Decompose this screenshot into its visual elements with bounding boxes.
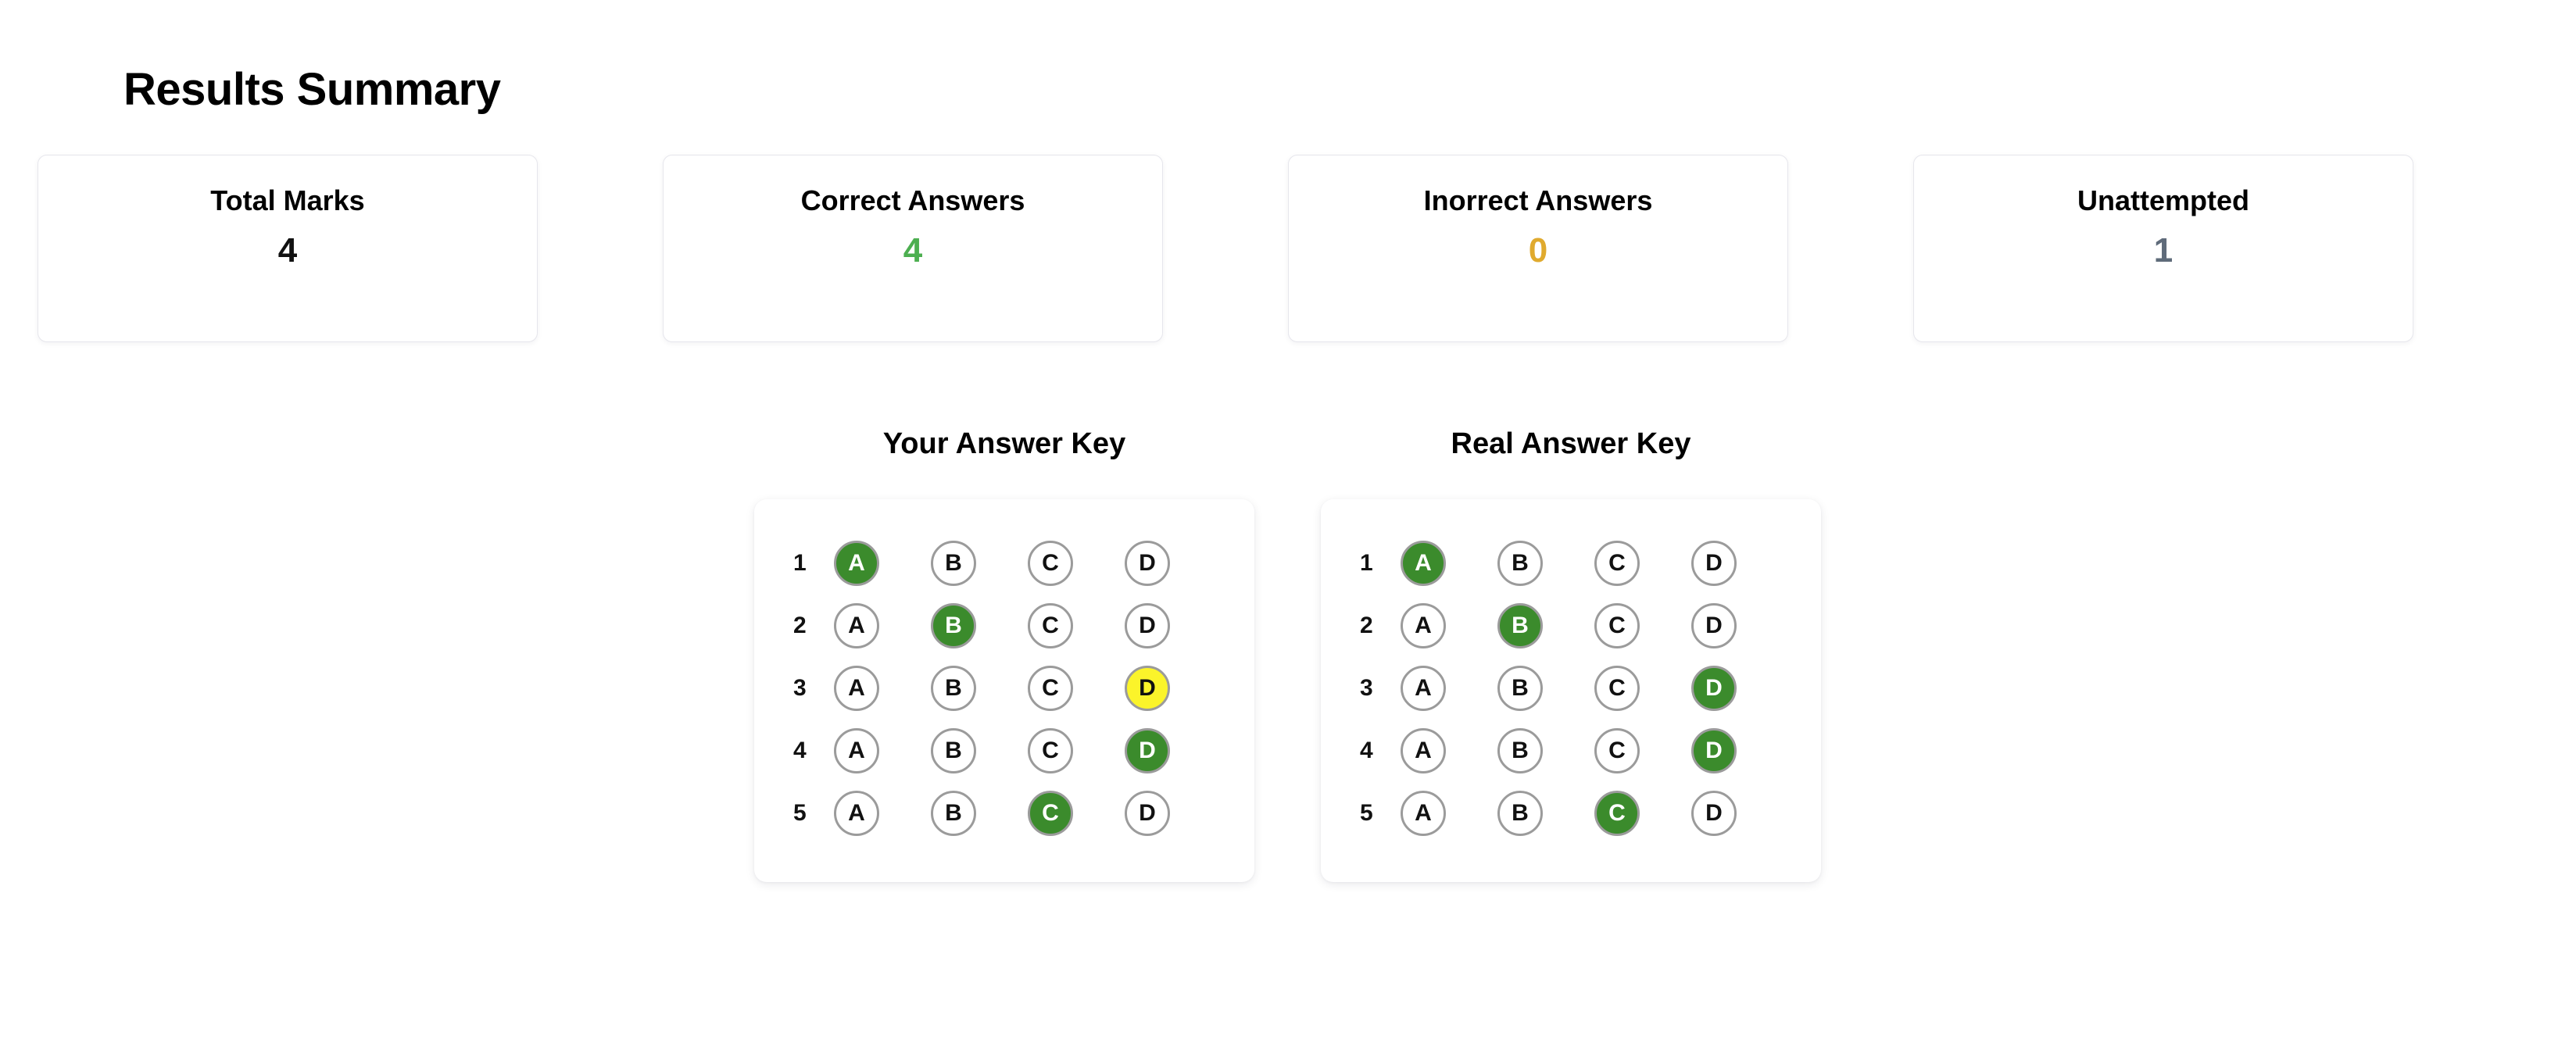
question-number: 4 <box>1360 737 1373 763</box>
option-bubble-b[interactable]: B <box>1497 790 1543 836</box>
option-bubble-c[interactable]: C <box>1594 602 1640 648</box>
answer-keys-area: Your Answer Key 1 A B C D 2 A B C D 3 A B C D 4 A B C D 5 A B C D… <box>754 427 1821 882</box>
answer-key-panel: 1 A B C D 2 A B C D 3 A B C D 4 A B C D 5 A B C D <box>1321 498 1821 882</box>
option-bubbles: A B C D <box>834 602 1170 648</box>
stat-card: Correct Answers 4 <box>663 155 1163 342</box>
stat-value: 4 <box>277 230 298 270</box>
page-title: Results Summary <box>123 63 501 115</box>
option-bubble-a[interactable]: A <box>834 727 879 773</box>
option-bubble-c[interactable]: C <box>1594 727 1640 773</box>
option-bubble-a[interactable]: A <box>834 790 879 836</box>
question-number: 4 <box>793 737 807 763</box>
option-bubble-b[interactable]: B <box>931 665 976 711</box>
question-number: 1 <box>1360 549 1373 576</box>
option-bubble-b[interactable]: B <box>931 790 976 836</box>
answer-key-row: 5A B C D <box>754 782 1254 845</box>
option-bubbles: A B C D <box>1401 665 1737 711</box>
option-bubble-a[interactable]: A <box>1401 540 1446 586</box>
option-bubble-d[interactable]: D <box>1125 602 1170 648</box>
option-bubbles: A B C D <box>1401 602 1737 648</box>
question-number: 3 <box>793 674 807 701</box>
option-bubble-a[interactable]: A <box>834 665 879 711</box>
option-bubble-b[interactable]: B <box>1497 665 1543 711</box>
option-bubble-d[interactable]: D <box>1691 665 1737 711</box>
option-bubble-c[interactable]: C <box>1028 540 1073 586</box>
answer-key-row: 5 A B C D <box>1321 782 1821 845</box>
option-bubble-b[interactable]: B <box>931 602 976 648</box>
stat-label: Total Marks <box>210 184 365 216</box>
option-bubble-d[interactable]: D <box>1125 665 1170 711</box>
answer-key-row: 4 A B C D <box>1321 720 1821 782</box>
answer-key-row: 1 A B C D <box>1321 532 1821 595</box>
option-bubble-a[interactable]: A <box>1401 727 1446 773</box>
question-number: 2 <box>793 612 807 638</box>
stats-row: Total Marks 4 Correct Answers 4 Inorrect Ans… <box>38 155 2538 342</box>
answer-key-column: Real Answer Key 1 A B C D 2 A B C D 3 A B C D 4 A B C D 5 A B C D <box>1321 427 1821 882</box>
question-number: 3 <box>1360 674 1373 701</box>
stat-card: Unattempted 1 <box>1913 155 2413 342</box>
option-bubble-b[interactable]: B <box>1497 727 1543 773</box>
option-bubbles: A B C D <box>834 790 1170 836</box>
question-number: 2 <box>1360 612 1373 638</box>
answer-key-heading: Real Answer Key <box>1451 427 1691 460</box>
option-bubble-d[interactable]: D <box>1125 540 1170 586</box>
answer-key-heading: Your Answer Key <box>882 427 1126 460</box>
option-bubbles: A B C D <box>1401 727 1737 773</box>
option-bubble-c[interactable]: C <box>1028 665 1073 711</box>
option-bubble-d[interactable]: D <box>1691 540 1737 586</box>
stat-card: Inorrect Answers 0 <box>1288 155 1788 342</box>
answer-key-row: 2 A B C D <box>1321 595 1821 657</box>
option-bubbles: A B C D <box>834 540 1170 586</box>
question-number: 1 <box>793 549 807 576</box>
stat-value: 4 <box>903 230 923 270</box>
option-bubble-c[interactable]: C <box>1594 540 1640 586</box>
question-number: 5 <box>1360 799 1373 826</box>
option-bubble-a[interactable]: A <box>834 602 879 648</box>
option-bubble-c[interactable]: C <box>1594 790 1640 836</box>
option-bubble-c[interactable]: C <box>1594 665 1640 711</box>
option-bubbles: A B C D <box>1401 790 1737 836</box>
stat-value: 1 <box>2153 230 2174 270</box>
answer-key-row: 3 A B C D <box>1321 657 1821 720</box>
answer-key-row: 3A B C D <box>754 657 1254 720</box>
option-bubbles: A B C D <box>834 727 1170 773</box>
answer-key-row: 4 A B C D <box>754 720 1254 782</box>
stat-label: Unattempted <box>2077 184 2249 216</box>
option-bubble-d[interactable]: D <box>1691 790 1737 836</box>
option-bubble-b[interactable]: B <box>931 540 976 586</box>
option-bubble-d[interactable]: D <box>1691 727 1737 773</box>
answer-key-row: 2 A B C D <box>754 595 1254 657</box>
option-bubble-b[interactable]: B <box>931 727 976 773</box>
answer-key-panel: 1ABCD2ABCD3ABCD4ABCD5ABCD <box>754 498 1254 882</box>
option-bubbles: A B C D <box>834 665 1170 711</box>
stat-value: 0 <box>1528 230 1548 270</box>
option-bubble-b[interactable]: B <box>1497 540 1543 586</box>
option-bubble-d[interactable]: D <box>1691 602 1737 648</box>
option-bubble-b[interactable]: B <box>1497 602 1543 648</box>
option-bubble-a[interactable]: A <box>1401 665 1446 711</box>
option-bubble-c[interactable]: C <box>1028 727 1073 773</box>
question-number: 5 <box>793 799 807 826</box>
option-bubble-a[interactable]: A <box>834 540 879 586</box>
option-bubble-c[interactable]: C <box>1028 790 1073 836</box>
answer-key-column: Your Answer Key 1 A B C D 2 A B C D 3 A B C D 4 A B C D 5 A B C D <box>754 427 1254 882</box>
stat-label: Inorrect Answers <box>1423 184 1653 216</box>
option-bubble-d[interactable]: D <box>1125 727 1170 773</box>
option-bubble-c[interactable]: C <box>1028 602 1073 648</box>
option-bubble-a[interactable]: A <box>1401 790 1446 836</box>
option-bubble-a[interactable]: A <box>1401 602 1446 648</box>
option-bubbles: A B C D <box>1401 540 1737 586</box>
answer-key-row: 1A B C D <box>754 532 1254 595</box>
option-bubble-d[interactable]: D <box>1125 790 1170 836</box>
stat-card: Total Marks 4 <box>38 155 538 342</box>
stat-label: Correct Answers <box>800 184 1025 216</box>
